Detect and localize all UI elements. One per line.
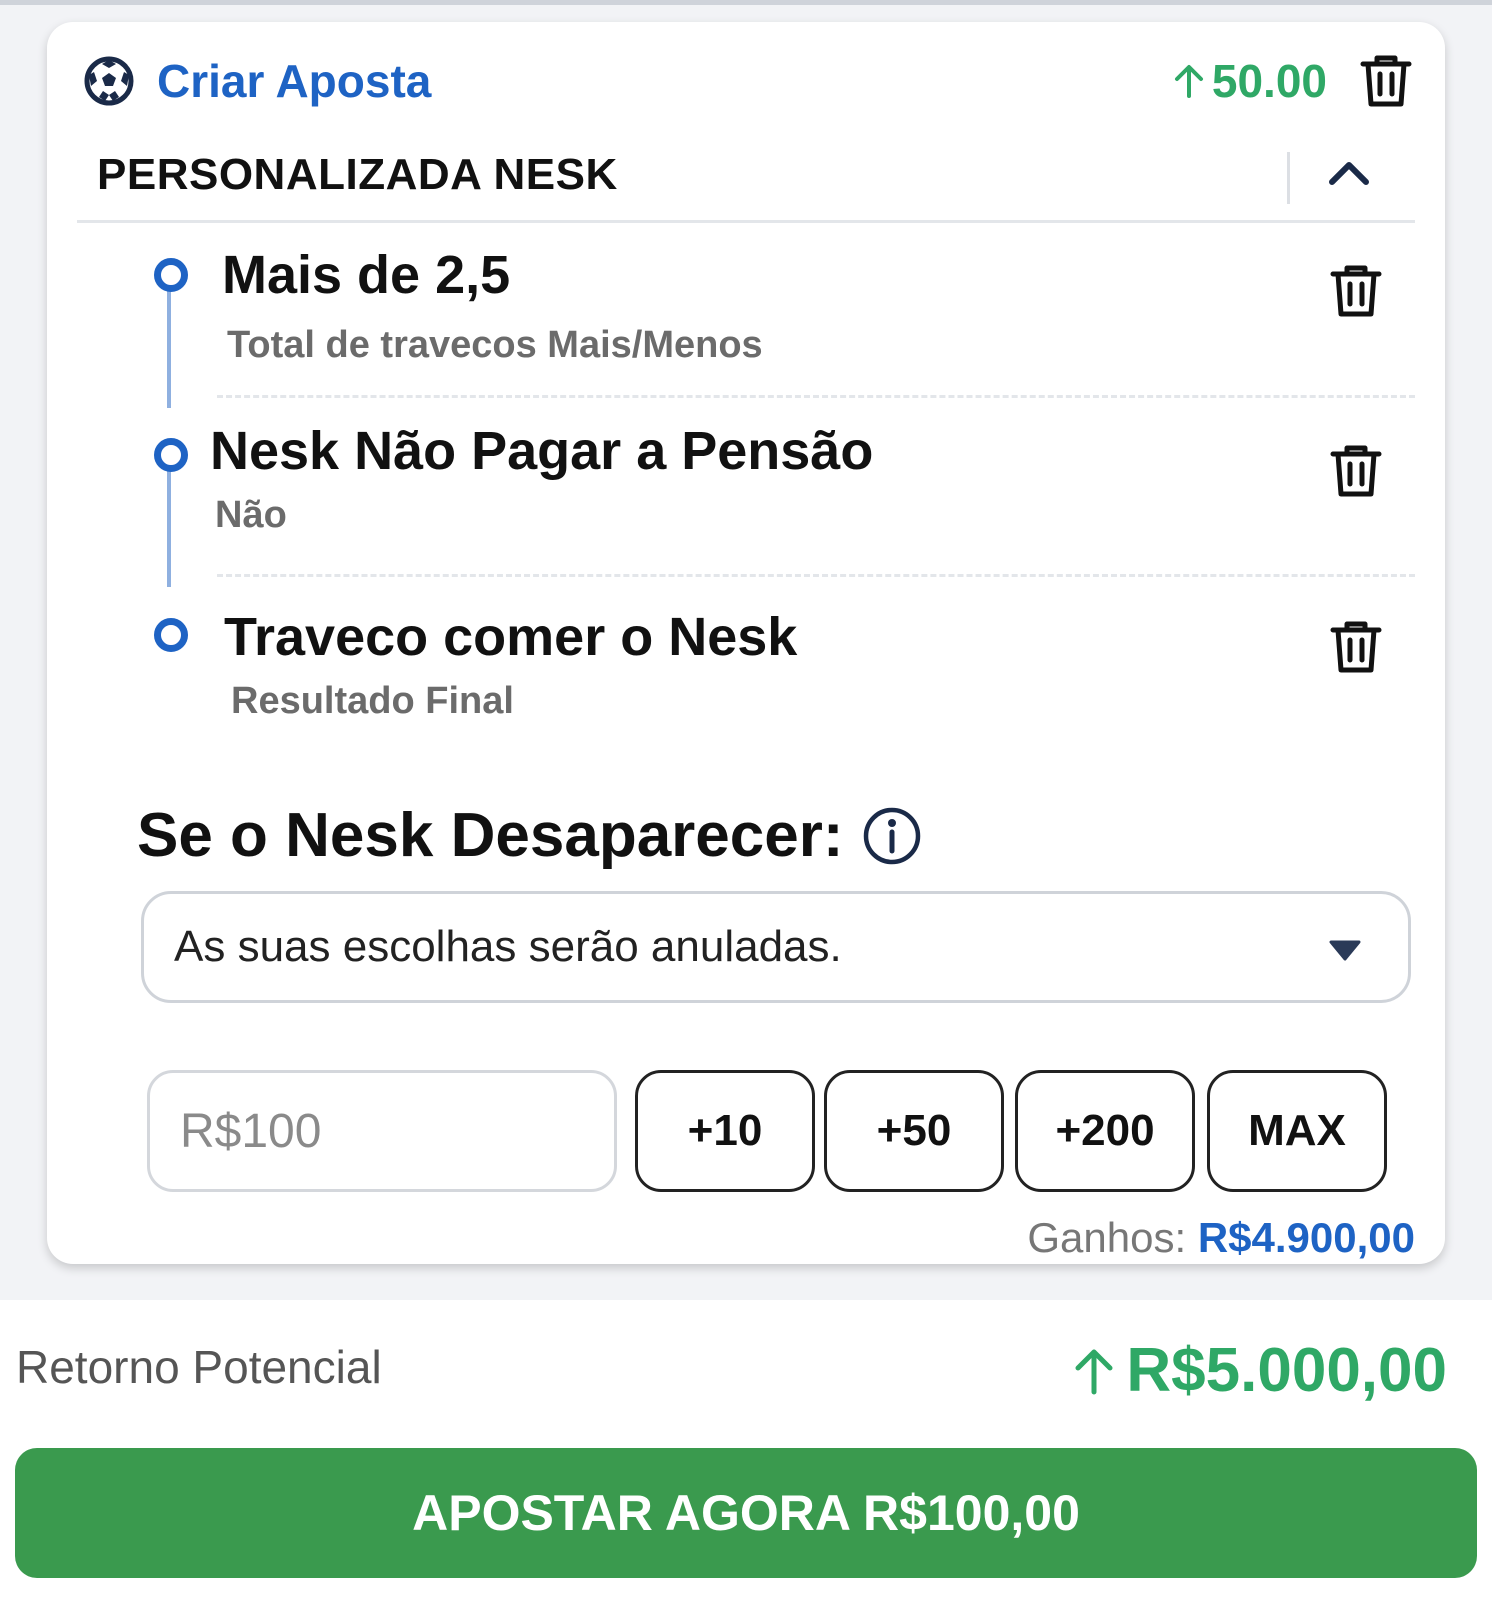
quick-stake-plus-50-button[interactable]: +50	[824, 1070, 1004, 1192]
selection-market: Não	[215, 494, 287, 536]
selection-connector	[167, 290, 171, 408]
quick-stake-max-button[interactable]: MAX	[1207, 1070, 1387, 1192]
winnings-value: R$4.900,00	[1197, 1214, 1415, 1261]
void-rule-label: Se o Nesk Desaparecer:	[137, 801, 844, 870]
void-rule-select[interactable]: As suas escolhas serão anuladas.	[141, 891, 1411, 1003]
trash-icon[interactable]	[1327, 442, 1385, 500]
selection-divider	[217, 574, 1415, 577]
selection-dot	[154, 258, 188, 292]
card-title[interactable]: Criar Aposta	[157, 54, 431, 108]
header-separator	[1287, 152, 1290, 204]
trash-icon[interactable]	[1327, 618, 1385, 676]
arrow-up-icon	[1174, 65, 1203, 98]
caret-down-icon	[1329, 940, 1361, 961]
bet-subtitle: PERSONALIZADA NESK	[97, 150, 618, 199]
place-bet-button[interactable]: APOSTAR AGORA R$100,00	[15, 1448, 1477, 1578]
quick-stake-plus-10-button[interactable]: +10	[635, 1070, 815, 1192]
selection-dot	[154, 438, 188, 472]
arrow-up-icon	[1075, 1349, 1113, 1394]
selection-divider	[217, 395, 1415, 398]
winnings: Ganhos: R$4.900,00	[1027, 1214, 1415, 1262]
winnings-label: Ganhos:	[1027, 1214, 1187, 1261]
total-odds: 50.00	[1172, 54, 1327, 108]
soccer-ball-icon	[84, 56, 134, 106]
selection-market: Total de travecos Mais/Menos	[227, 324, 763, 366]
selection-connector	[167, 467, 171, 587]
selection-dot	[154, 618, 188, 652]
potential-return-value: R$5.000,00	[1126, 1336, 1447, 1405]
chevron-up-icon[interactable]	[1327, 157, 1371, 187]
top-divider	[0, 0, 1492, 5]
header-divider	[77, 220, 1415, 223]
trash-icon[interactable]	[1327, 262, 1385, 320]
potential-return-label: Retorno Potencial	[16, 1341, 382, 1393]
selection-title: Traveco comer o Nesk	[224, 607, 798, 667]
trash-icon[interactable]	[1357, 52, 1415, 110]
selection-market: Resultado Final	[231, 680, 514, 722]
void-rule-selected: As suas escolhas serão anuladas.	[174, 922, 842, 971]
info-icon[interactable]	[862, 806, 922, 866]
card-header: Criar Aposta 50.00	[83, 54, 1415, 108]
selection-title: Mais de 2,5	[222, 245, 511, 305]
bet-builder-card: Criar Aposta 50.00 PERSONALIZADA NESK Ma…	[47, 22, 1445, 1264]
total-odds-value: 50.00	[1211, 55, 1327, 107]
stake-input[interactable]	[147, 1070, 617, 1192]
potential-return: R$5.000,00	[1072, 1335, 1447, 1406]
selection-title: Nesk Não Pagar a Pensão	[210, 421, 874, 481]
quick-stake-plus-200-button[interactable]: +200	[1015, 1070, 1195, 1192]
void-rule-heading: Se o Nesk Desaparecer:	[137, 800, 922, 871]
